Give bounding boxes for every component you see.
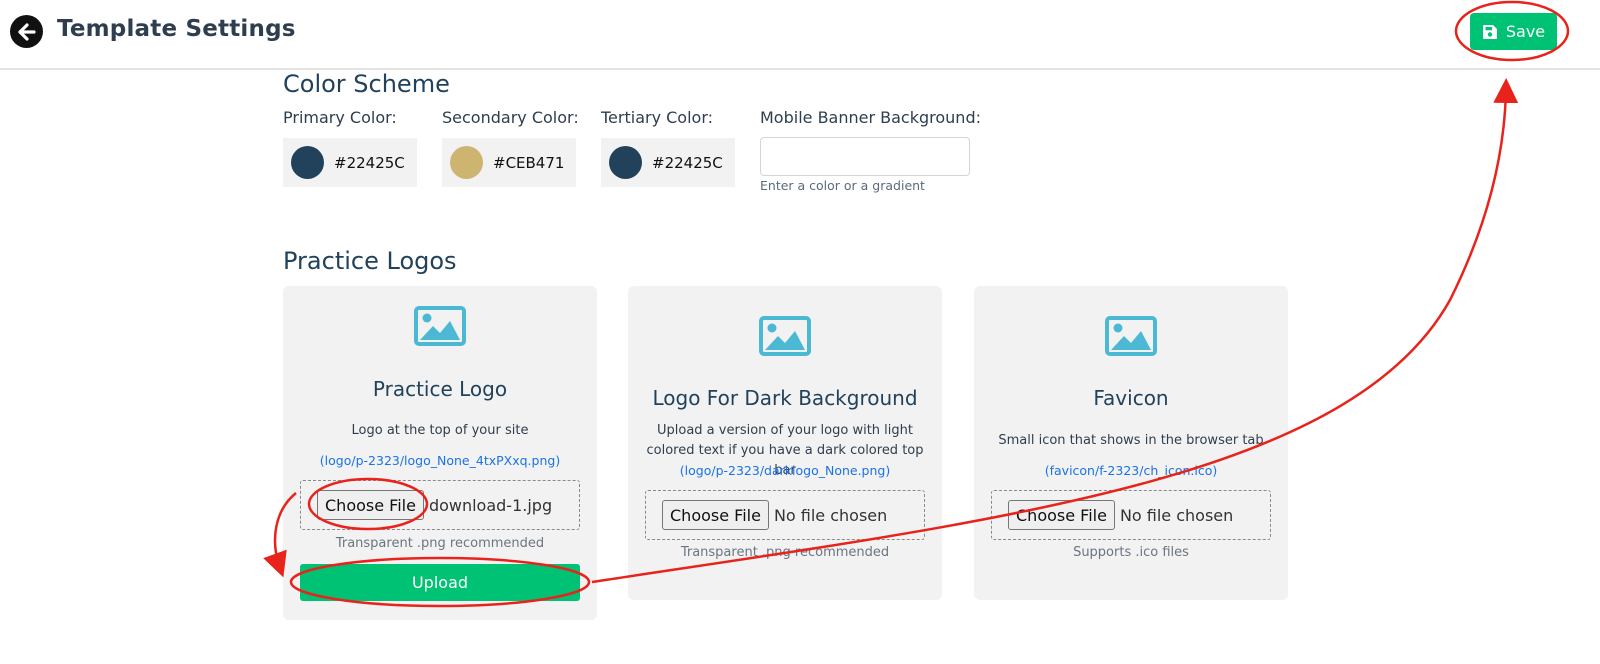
practice-logo-file-name: download-1.jpg xyxy=(428,495,553,515)
practice-logo-link[interactable]: (logo/p-2323/logo_None_4txPXxq.png) xyxy=(283,453,597,468)
primary-color-value: #22425C xyxy=(334,153,405,172)
save-button[interactable]: Save xyxy=(1470,13,1557,50)
back-button[interactable] xyxy=(10,15,43,48)
favicon-choose-file-button[interactable]: Choose File xyxy=(1008,500,1115,530)
page-title: Template Settings xyxy=(57,16,296,42)
upload-button[interactable]: Upload xyxy=(300,564,580,601)
floppy-disk-icon xyxy=(1482,24,1497,39)
secondary-color-swatch xyxy=(450,146,483,179)
secondary-color-label: Secondary Color: xyxy=(442,108,579,127)
top-bar: Template Settings Save xyxy=(0,0,1600,70)
favicon-title: Favicon xyxy=(1093,386,1169,410)
image-placeholder-icon xyxy=(1105,316,1157,356)
practice-logo-title: Practice Logo xyxy=(372,377,508,401)
image-placeholder-icon xyxy=(414,306,466,346)
favicon-desc: Small icon that shows in the browser tab xyxy=(998,433,1264,448)
practice-logo-card: Practice Logo Logo at the top of your si… xyxy=(283,286,597,620)
dark-logo-title: Logo For Dark Background xyxy=(652,386,918,410)
dark-logo-choose-file-button[interactable]: Choose File xyxy=(662,500,769,530)
practice-logo-note: Transparent .png recommended xyxy=(335,536,545,551)
secondary-color-picker[interactable]: #CEB471 xyxy=(442,138,576,187)
tertiary-color-swatch xyxy=(609,146,642,179)
dark-logo-file-name: No file chosen xyxy=(773,505,888,525)
favicon-note: Supports .ico files xyxy=(1073,545,1189,560)
image-placeholder-icon xyxy=(759,316,811,356)
dark-logo-file-input: Choose File No file chosen xyxy=(645,490,925,540)
dark-logo-card: Logo For Dark Background Upload a versio… xyxy=(628,286,942,600)
save-button-label: Save xyxy=(1505,22,1546,41)
favicon-file-input: Choose File No file chosen xyxy=(991,490,1271,540)
tertiary-color-picker[interactable]: #22425C xyxy=(601,138,735,187)
practice-logo-file-input: Choose File download-1.jpg xyxy=(300,480,580,530)
mobile-banner-label: Mobile Banner Background: xyxy=(760,108,981,127)
primary-color-label: Primary Color: xyxy=(283,108,397,127)
secondary-color-value: #CEB471 xyxy=(493,153,565,172)
tertiary-color-label: Tertiary Color: xyxy=(601,108,714,127)
arrow-left-icon xyxy=(17,22,36,41)
favicon-link[interactable]: (favicon/f-2323/ch_icon.ico) xyxy=(974,463,1288,478)
primary-color-swatch xyxy=(291,146,324,179)
dark-logo-link[interactable]: (logo/p-2323/darklogo_None.png) xyxy=(628,463,942,478)
practice-logos-title: Practice Logos xyxy=(283,247,457,275)
tertiary-color-value: #22425C xyxy=(652,153,723,172)
practice-logo-desc: Logo at the top of your site xyxy=(351,423,529,438)
color-scheme-title: Color Scheme xyxy=(283,70,450,98)
favicon-file-name: No file chosen xyxy=(1119,505,1234,525)
mobile-banner-hint: Enter a color or a gradient xyxy=(760,178,925,193)
primary-color-picker[interactable]: #22425C xyxy=(283,138,417,187)
dark-logo-note: Transparent .png recommended xyxy=(680,545,890,560)
practice-logo-choose-file-button[interactable]: Choose File xyxy=(317,490,424,520)
mobile-banner-input[interactable] xyxy=(760,137,970,176)
favicon-card: Favicon Small icon that shows in the bro… xyxy=(974,286,1288,600)
